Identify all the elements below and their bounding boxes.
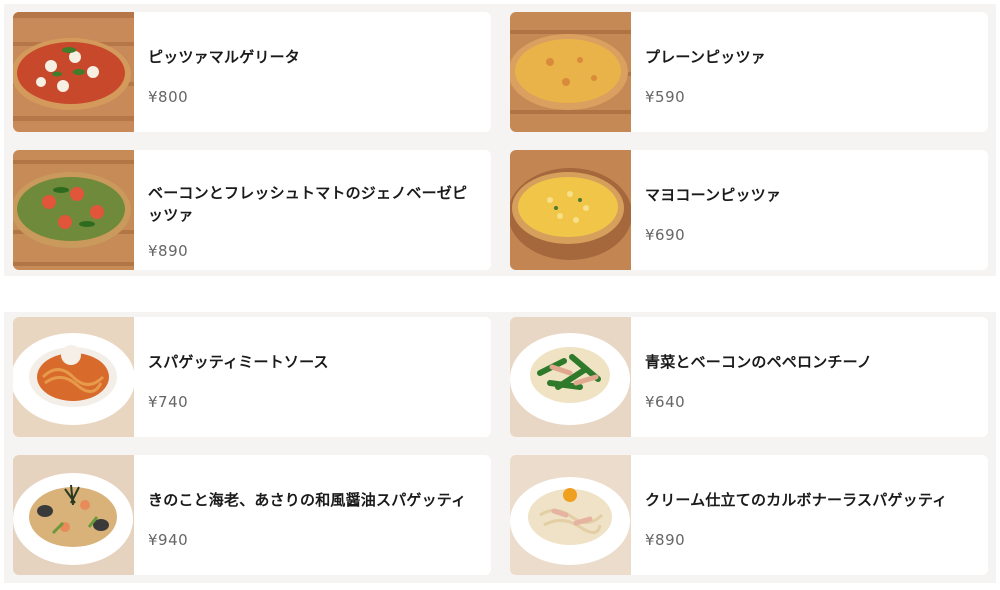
menu-item-name: マヨコーンピッツァ (645, 186, 782, 204)
menu-card-carbonara[interactable]: クリーム仕立てのカルボナーラスパゲッティ ¥890 (510, 455, 988, 575)
pizza-plain-image (510, 12, 631, 132)
carbonara-image (510, 455, 631, 575)
pizza-section: ピッツァマルゲリータ ¥800 プレーンピッツァ ¥590 ベーコンとフレッシュ… (4, 4, 996, 276)
menu-item-price: ¥940 (148, 531, 189, 549)
menu-item-price: ¥800 (148, 88, 189, 106)
pizza-genovese-image (13, 150, 134, 270)
menu-card-meat-sauce[interactable]: スパゲッティミートソース ¥740 (13, 317, 491, 437)
menu-card-peperoncino[interactable]: 青菜とベーコンのペペロンチーノ ¥640 (510, 317, 988, 437)
menu-card-margherita[interactable]: ピッツァマルゲリータ ¥800 (13, 12, 491, 132)
menu-item-price: ¥890 (645, 531, 686, 549)
menu-card-wafu[interactable]: きのこと海老、あさりの和風醤油スパゲッティ ¥940 (13, 455, 491, 575)
menu-item-name: きのこと海老、あさりの和風醤油スパゲッティ (148, 491, 467, 509)
menu-card-genovese[interactable]: ベーコンとフレッシュトマトのジェノベーゼピッツァ ¥890 (13, 150, 491, 270)
pasta-section: スパゲッティミートソース ¥740 青菜とベーコンのペペロンチーノ ¥640 き… (4, 312, 996, 583)
menu-item-price: ¥690 (645, 226, 686, 244)
menu-card-plain-pizza[interactable]: プレーンピッツァ ¥590 (510, 12, 988, 132)
menu-item-price: ¥590 (645, 88, 686, 106)
spaghetti-meat-sauce-image (13, 317, 134, 437)
menu-item-name: 青菜とベーコンのペペロンチーノ (645, 353, 873, 371)
peperoncino-image (510, 317, 631, 437)
menu-item-name: スパゲッティミートソース (148, 353, 329, 371)
pizza-mayo-corn-image (510, 150, 631, 270)
menu-item-price: ¥740 (148, 393, 189, 411)
menu-card-mayo-corn[interactable]: マヨコーンピッツァ ¥690 (510, 150, 988, 270)
menu-item-name: プレーンピッツァ (645, 48, 766, 66)
menu-item-name: クリーム仕立てのカルボナーラスパゲッティ (645, 491, 948, 509)
menu-item-price: ¥890 (148, 242, 189, 260)
menu-item-name: ベーコンとフレッシュトマトのジェノベーゼピッツァ (148, 184, 468, 224)
menu-item-price: ¥640 (645, 393, 686, 411)
wafu-spaghetti-image (13, 455, 134, 575)
pizza-margherita-image (13, 12, 134, 132)
menu-item-name: ピッツァマルゲリータ (148, 48, 301, 66)
